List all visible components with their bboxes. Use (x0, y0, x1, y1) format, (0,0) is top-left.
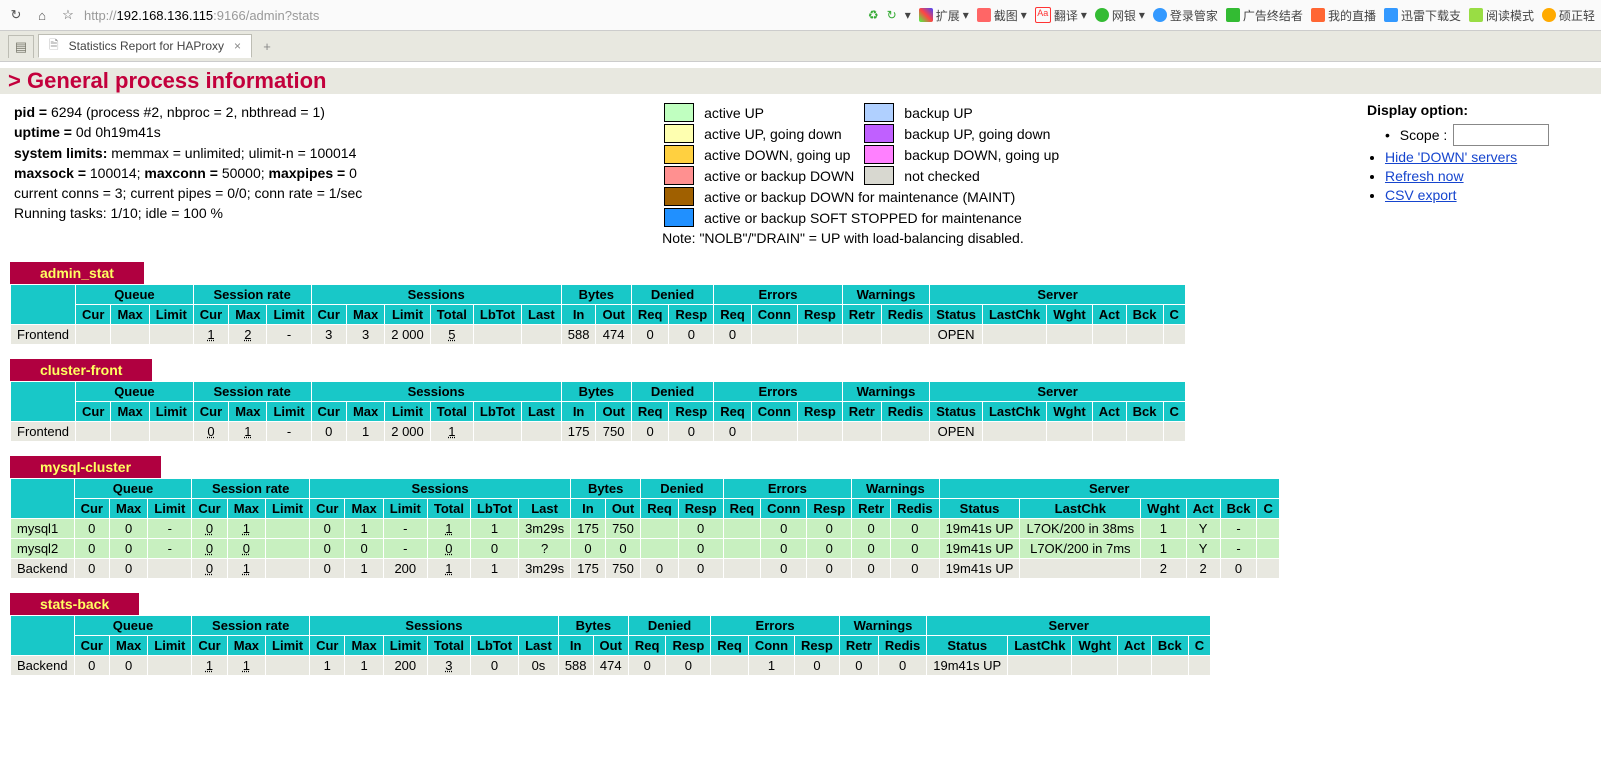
swatch-backup-up (864, 103, 894, 122)
home-tab[interactable]: ▤ (8, 35, 34, 58)
display-options: Display option: • Scope : Hide 'DOWN' se… (1367, 102, 1587, 206)
refresh-link[interactable]: Refresh now (1385, 168, 1464, 184)
section-admin_stat: admin_stat Queue Session rate Sessions B… (10, 262, 1601, 345)
new-tab-button[interactable]: + (256, 35, 278, 57)
bookmark-button[interactable]: ☆ (58, 5, 78, 25)
options-header: Display option: (1367, 102, 1587, 118)
ext-bank[interactable]: 网银 ▾ (1095, 7, 1145, 24)
ext-shuo[interactable]: 硕正轻 (1542, 7, 1595, 24)
ext-login[interactable]: 登录管家 (1153, 7, 1218, 24)
table-row: Backend 00 01 01200113m29s 175750 00 00 … (11, 559, 1280, 579)
section-link-stats-back[interactable]: stats-back (10, 593, 139, 615)
url-protocol: http:// (84, 8, 117, 23)
tab-strip: ▤ 🗎 Statistics Report for HAProxy × + (0, 31, 1601, 62)
ext-screenshot[interactable]: 截图 ▾ (977, 7, 1027, 24)
section-cluster-front: cluster-front Queue Session rate Session… (10, 359, 1601, 442)
ext-extension[interactable]: 扩展 ▾ (919, 7, 969, 24)
swatch-down (664, 166, 694, 185)
swatch-active-down-going-up (664, 145, 694, 164)
ext-translate[interactable]: Aa翻译 ▾ (1035, 7, 1087, 24)
url-path: :9166/admin?stats (213, 8, 319, 23)
swatch-not-checked (864, 166, 894, 185)
close-tab-icon[interactable]: × (234, 39, 241, 53)
tab-haproxy-stats[interactable]: 🗎 Statistics Report for HAProxy × (38, 34, 252, 58)
extension-area: ♻ ↻ ▾ 扩展 ▾ 截图 ▾ Aa翻译 ▾ 网银 ▾ 登录管家 广告终结者 我… (868, 7, 1595, 24)
ext-recycle2-icon[interactable]: ↻ (887, 8, 897, 22)
stats-table: Queue Session rate Sessions Bytes Denied… (10, 478, 1280, 579)
section-stats-back: stats-back Queue Session rate Sessions B… (10, 593, 1601, 676)
browser-toolbar: ↻ ⌂ ☆ http://192.168.136.115:9166/admin?… (0, 0, 1601, 31)
address-bar[interactable]: http://192.168.136.115:9166/admin?stats (84, 8, 319, 23)
swatch-backup-up-going-down (864, 124, 894, 143)
page-content: > General process information pid = 6294… (0, 68, 1601, 710)
scope-input[interactable] (1453, 124, 1549, 146)
table-row: mysql1 00- 01 01-113m29s 175750 0 00 00 … (11, 519, 1280, 539)
home-button[interactable]: ⌂ (32, 5, 52, 25)
swatch-soft-stopped (664, 208, 694, 227)
page-file-icon: 🗎 (49, 36, 59, 57)
stats-table: Queue Session rate Sessions Bytes Denied… (10, 615, 1211, 676)
swatch-backup-down-going-up (864, 145, 894, 164)
section-link-mysql-cluster[interactable]: mysql-cluster (10, 456, 161, 478)
tab-title: Statistics Report for HAProxy (69, 39, 224, 53)
section-link-cluster-front[interactable]: cluster-front (10, 359, 152, 381)
table-row: Frontend 12- 332 0005 588474 00 0 OPEN (11, 325, 1186, 345)
hide-down-link[interactable]: Hide 'DOWN' servers (1385, 149, 1517, 165)
dropdown-icon[interactable]: ▾ (905, 8, 911, 22)
ext-adblock[interactable]: 广告终结者 (1226, 7, 1303, 24)
process-info: pid = 6294 (process #2, nbproc = 2, nbth… (14, 102, 362, 224)
swatch-maint (664, 187, 694, 206)
url-host: 192.168.136.115 (117, 8, 214, 23)
legend-note: Note: "NOLB"/"DRAIN" = UP with load-bala… (662, 228, 1067, 246)
csv-export-link[interactable]: CSV export (1385, 187, 1457, 203)
swatch-active-up-going-down (664, 124, 694, 143)
section-mysql-cluster: mysql-cluster Queue Session rate Session… (10, 456, 1601, 579)
status-legend: active UP backup UP active UP, going dow… (662, 102, 1067, 246)
ext-reader[interactable]: 阅读模式 (1469, 7, 1534, 24)
stats-table: Queue Session rate Sessions Bytes Denied… (10, 381, 1186, 442)
section-link-admin_stat[interactable]: admin_stat (10, 262, 144, 284)
table-row: mysql2 00- 00 00-00? 00 0 00 00 19m41s U… (11, 539, 1280, 559)
table-row: Backend 00 11 11200300s 588474 00 10 00 … (11, 656, 1211, 676)
swatch-active-up (664, 103, 694, 122)
reload-button[interactable]: ↻ (6, 5, 26, 25)
ext-live[interactable]: 我的直播 (1311, 7, 1376, 24)
scope-label: Scope : (1400, 127, 1447, 143)
ext-thunder[interactable]: 迅雷下载支 (1384, 7, 1461, 24)
table-row: Frontend 01- 012 0001 175750 00 0 OPEN (11, 422, 1186, 442)
ext-recycle-icon[interactable]: ♻ (868, 8, 879, 22)
page-title: > General process information (0, 68, 1601, 94)
stats-table: Queue Session rate Sessions Bytes Denied… (10, 284, 1186, 345)
